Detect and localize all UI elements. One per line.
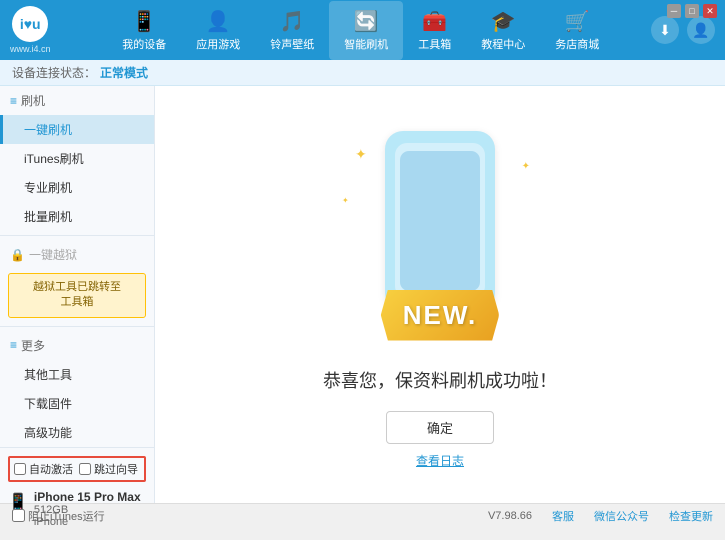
nav-my-device-label: 我的设备 (122, 36, 166, 52)
sidebar-item-batch-flash[interactable]: 批量刷机 (0, 202, 154, 231)
stop-itunes-label: 阻止iTunes运行 (28, 508, 105, 524)
log-link[interactable]: 查看日志 (416, 452, 464, 469)
sidebar-bottom: 自动激活 跳过向导 📱 iPhone 15 Pro Max 512GB iPho… (0, 447, 154, 540)
sidebar-item-download-firmware[interactable]: 下载固件 (0, 389, 154, 418)
sparkle-icon-3: ✦ (342, 196, 349, 205)
footer-check-update[interactable]: 检查更新 (669, 508, 713, 524)
stop-itunes-option[interactable]: 阻止iTunes运行 (12, 508, 105, 524)
ringtone-icon: 🎵 (280, 9, 305, 34)
divider-1 (0, 235, 154, 236)
success-illustration: ✦ ✦ ✦ NEW. (330, 121, 550, 351)
header-right: ⬇ 👤 (651, 16, 715, 44)
status-bar: 设备连接状态： 正常模式 (0, 60, 725, 86)
app-header: i♥u www.i4.cn 📱 我的设备 👤 应用游戏 🎵 铃声壁纸 🔄 智能刷… (0, 0, 725, 60)
footer-wechat[interactable]: 微信公众号 (594, 508, 649, 524)
sidebar-flash-title: 刷机 (21, 92, 45, 109)
app-logo: i♥u www.i4.cn (10, 6, 51, 54)
sidebar-flash-header: ≡ 刷机 (0, 86, 154, 115)
options-row: 自动激活 跳过向导 (8, 456, 146, 482)
nav-flash[interactable]: 🔄 智能刷机 (329, 1, 403, 60)
phone-shape (385, 131, 495, 311)
jailbreak-notice: 越狱工具已跳转至工具箱 (8, 273, 146, 318)
nav-ringtone[interactable]: 🎵 铃声壁纸 (255, 1, 329, 60)
nav-flash-label: 智能刷机 (344, 36, 388, 52)
nav-tools-label: 工具箱 (418, 36, 451, 52)
auto-activate-label: 自动激活 (29, 461, 73, 477)
close-button[interactable]: ✕ (703, 4, 717, 18)
device-name: iPhone 15 Pro Max (34, 490, 141, 504)
nav-my-device[interactable]: 📱 我的设备 (107, 1, 181, 60)
auto-activate-option[interactable]: 自动激活 (14, 461, 73, 477)
sidebar-jailbreak-title: 一键越狱 (29, 246, 77, 263)
skip-guide-checkbox[interactable] (79, 463, 91, 475)
phone-screen-outer (395, 143, 485, 298)
my-device-icon: 📱 (132, 9, 157, 34)
sidebar-item-advanced[interactable]: 高级功能 (0, 418, 154, 447)
download-button[interactable]: ⬇ (651, 16, 679, 44)
logo-text: www.i4.cn (10, 44, 51, 54)
sidebar-flash-section: ≡ 刷机 一键刷机 iTunes刷机 专业刷机 批量刷机 (0, 86, 154, 231)
sidebar-jailbreak-section: 🔒 一键越狱 越狱工具已跳转至工具箱 (0, 240, 154, 322)
skip-guide-option[interactable]: 跳过向导 (79, 461, 138, 477)
more-section-icon: ≡ (10, 338, 17, 352)
sidebar-item-itunes-flash[interactable]: iTunes刷机 (0, 144, 154, 173)
logo-icon: i♥u (12, 6, 48, 42)
sidebar-jailbreak-header: 🔒 一键越狱 (0, 240, 154, 269)
sidebar-more-header: ≡ 更多 (0, 331, 154, 360)
nav-apps[interactable]: 👤 应用游戏 (181, 1, 255, 60)
content-area: ✦ ✦ ✦ NEW. 恭喜您，保资料刷机成功啦！ 确定 查看日志 (155, 86, 725, 503)
nav-tutorial[interactable]: 🎓 教程中心 (466, 1, 540, 60)
nav-ringtone-label: 铃声壁纸 (270, 36, 314, 52)
minimize-button[interactable]: ─ (667, 4, 681, 18)
sidebar: ≡ 刷机 一键刷机 iTunes刷机 专业刷机 批量刷机 🔒 一键越狱 越狱工具… (0, 86, 155, 503)
footer-version: V7.98.66 (488, 510, 532, 522)
main-nav: 📱 我的设备 👤 应用游戏 🎵 铃声壁纸 🔄 智能刷机 🧰 工具箱 🎓 (71, 1, 651, 60)
status-prefix: 设备连接状态： (12, 64, 96, 81)
sidebar-item-other-tools[interactable]: 其他工具 (0, 360, 154, 389)
skip-guide-label: 跳过向导 (94, 461, 138, 477)
maximize-button[interactable]: □ (685, 4, 699, 18)
nav-shop-label: 务店商城 (555, 36, 599, 52)
sidebar-item-pro-flash[interactable]: 专业刷机 (0, 173, 154, 202)
footer-customer-service[interactable]: 客服 (552, 508, 574, 524)
divider-2 (0, 326, 154, 327)
tutorial-icon: 🎓 (491, 9, 516, 34)
user-button[interactable]: 👤 (687, 16, 715, 44)
sparkle-icon-1: ✦ (355, 146, 367, 163)
new-badge-text: NEW. (403, 300, 477, 330)
flash-icon: 🔄 (354, 9, 379, 34)
new-badge: NEW. (381, 290, 499, 341)
sidebar-more-title: 更多 (21, 337, 45, 354)
success-message: 恭喜您，保资料刷机成功啦！ (323, 367, 557, 393)
nav-apps-label: 应用游戏 (196, 36, 240, 52)
sparkle-icon-2: ✦ (522, 161, 530, 172)
sidebar-item-one-key-flash[interactable]: 一键刷机 (0, 115, 154, 144)
phone-screen-inner (400, 151, 480, 291)
nav-shop[interactable]: 🛒 务店商城 (540, 1, 614, 60)
status-value: 正常模式 (100, 64, 148, 81)
apps-icon: 👤 (206, 9, 231, 34)
confirm-button[interactable]: 确定 (386, 411, 494, 444)
main-content: ≡ 刷机 一键刷机 iTunes刷机 专业刷机 批量刷机 🔒 一键越狱 越狱工具… (0, 86, 725, 503)
sidebar-more-section: ≡ 更多 其他工具 下载固件 高级功能 (0, 331, 154, 447)
stop-itunes-checkbox[interactable] (12, 509, 25, 522)
jailbreak-section-icon: 🔒 (10, 248, 25, 262)
flash-section-icon: ≡ (10, 94, 17, 108)
tools-icon: 🧰 (422, 9, 447, 34)
shop-icon: 🛒 (565, 9, 590, 34)
nav-tools[interactable]: 🧰 工具箱 (403, 1, 466, 60)
auto-activate-checkbox[interactable] (14, 463, 26, 475)
nav-tutorial-label: 教程中心 (481, 36, 525, 52)
